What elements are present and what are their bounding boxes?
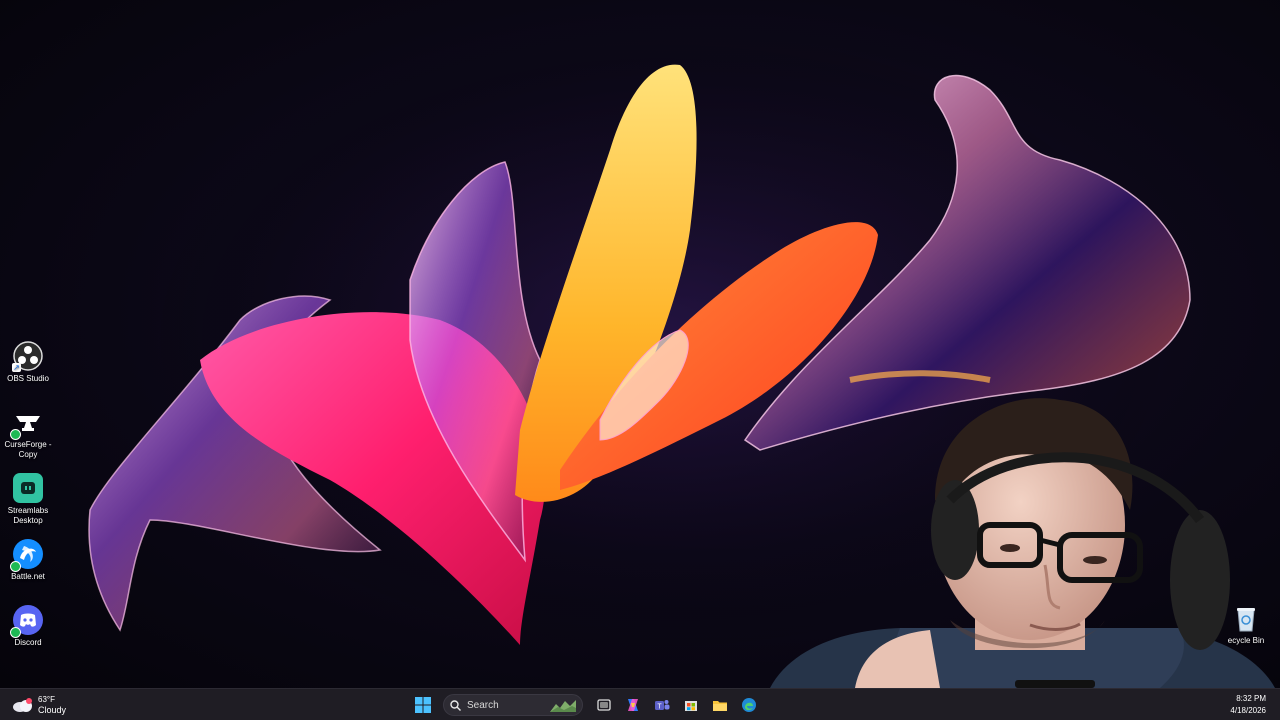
search-highlight-icon (550, 700, 576, 712)
teams-icon: T (654, 700, 669, 711)
clock-time: 8:32 PM (1236, 694, 1266, 703)
edge-button[interactable] (736, 692, 762, 718)
desktop: ↗ OBS Studio CurseForge - Copy Streamlab… (0, 0, 1280, 688)
desktop-icon-label: OBS Studio (7, 374, 49, 383)
weather-condition: Cloudy (38, 704, 67, 715)
windows-start-icon (414, 697, 431, 713)
desktop-icon-discord[interactable]: Discord (4, 604, 52, 648)
webcam-overlay (770, 398, 1275, 688)
desktop-icon-obs[interactable]: ↗ OBS Studio (4, 340, 52, 384)
taskbar-center: Search T (408, 689, 763, 721)
system-clock[interactable]: 8:32 PM 4/18/2026 (1230, 693, 1266, 717)
desktop-icon-curseforge[interactable]: CurseForge - Copy (4, 406, 52, 460)
clock-date: 4/18/2026 (1230, 706, 1266, 715)
discord-icon (10, 604, 44, 638)
task-view-button[interactable] (591, 692, 617, 718)
desktop-icon-battlenet[interactable]: Battle.net (4, 538, 52, 582)
edge-icon (741, 698, 756, 712)
desktop-icon-recycle-bin[interactable]: ecycle Bin (1222, 606, 1270, 645)
search-icon (450, 699, 461, 711)
battlenet-icon (10, 538, 44, 572)
search-placeholder: Search (467, 699, 499, 711)
store-button[interactable] (678, 692, 704, 718)
svg-text:T: T (657, 704, 662, 711)
teams-button[interactable]: T (649, 692, 675, 718)
desktop-icon-streamlabs[interactable]: Streamlabs Desktop (4, 472, 52, 526)
copilot-button[interactable] (620, 692, 646, 718)
start-button[interactable] (410, 692, 436, 718)
weather-temperature: 63°F (38, 694, 55, 704)
desktop-icon-label: Streamlabs Desktop (7, 506, 49, 525)
streamlabs-icon (12, 472, 44, 504)
desktop-icon-label: CurseForge - Copy (4, 440, 52, 459)
recycle-bin-icon (1234, 606, 1258, 632)
copilot-icon (627, 699, 638, 711)
obs-icon: ↗ (12, 340, 44, 372)
file-explorer-icon (712, 701, 727, 711)
cloud-icon (12, 697, 34, 713)
desktop-icon-label: Discord (14, 638, 42, 647)
taskbar: 63°F Cloudy Search T 8:32 PM 4/18/2026 (0, 688, 1280, 720)
task-view-icon (596, 699, 611, 711)
desktop-icon-label: ecycle Bin (1227, 636, 1265, 645)
file-explorer-button[interactable] (707, 692, 733, 718)
taskbar-search-box[interactable]: Search (443, 694, 583, 716)
curseforge-icon (10, 406, 44, 440)
microsoft-store-icon (684, 701, 697, 711)
weather-widget[interactable]: 63°F Cloudy (12, 692, 66, 718)
desktop-icon-label: Battle.net (11, 572, 45, 581)
